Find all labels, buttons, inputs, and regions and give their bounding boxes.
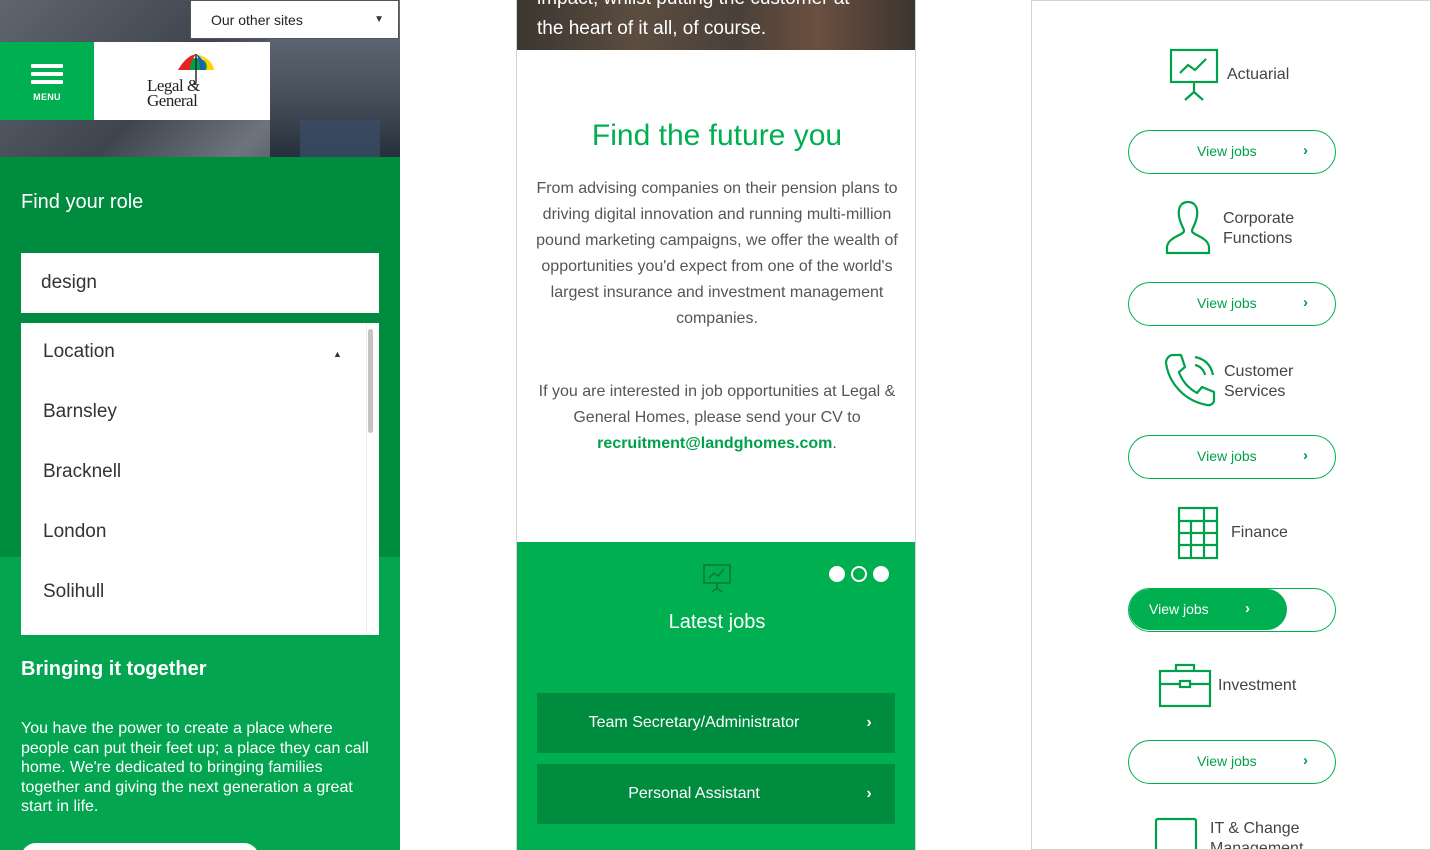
recruitment-email-link[interactable]: recruitment@landghomes.com <box>597 435 832 452</box>
intro-paragraph: From advising companies on their pension… <box>536 180 898 327</box>
role-search-input[interactable] <box>21 253 379 313</box>
chevron-right-icon: › <box>1303 752 1308 769</box>
carousel-dot[interactable] <box>851 566 867 582</box>
chevron-right-icon: › <box>1245 600 1250 617</box>
menu-label: MENU <box>33 92 61 102</box>
category-label-investment: Investment <box>1218 677 1297 694</box>
view-jobs-button-investment[interactable]: View jobs › <box>1128 740 1336 784</box>
caret-up-icon[interactable]: ▲ <box>333 349 342 359</box>
calculator-icon <box>1177 506 1219 560</box>
carousel-dot[interactable] <box>873 566 889 582</box>
view-jobs-button-actuarial[interactable]: View jobs › <box>1128 130 1336 174</box>
other-sites-label: Our other sites <box>211 11 303 28</box>
job-listing-row[interactable]: Personal Assistant › <box>537 764 895 824</box>
view-jobs-label: View jobs <box>1149 601 1209 617</box>
latest-jobs-heading: Latest jobs <box>668 611 766 633</box>
menu-button[interactable]: MENU <box>0 42 94 120</box>
hamburger-icon <box>31 60 63 88</box>
briefcase-icon <box>1158 663 1212 708</box>
logo-wordmark: Legal & General <box>147 76 200 110</box>
homes-cv-paragraph: If you are interested in job opportuniti… <box>535 379 899 457</box>
carousel-dots <box>829 566 889 582</box>
mobile-screen-future-you: impact, whilst putting the customer at t… <box>516 0 916 850</box>
bringing-together-button[interactable] <box>21 843 259 850</box>
phone-icon <box>1164 353 1216 407</box>
location-option[interactable]: Bracknell <box>43 461 121 483</box>
location-dropdown[interactable]: Location ▲ Barnsley Bracknell London Sol… <box>21 323 379 635</box>
sentence-end: . <box>832 435 837 452</box>
job-listing-row[interactable]: Team Secretary/Administrator › <box>537 693 895 753</box>
view-jobs-label: View jobs <box>1197 295 1257 311</box>
other-sites-select[interactable]: Our other sites ▼ <box>190 0 399 39</box>
dropdown-scroll-track <box>366 323 367 635</box>
category-label-actuarial: Actuarial <box>1227 66 1290 83</box>
future-you-heading: Find the future you <box>591 119 843 152</box>
hero-caption-top: impact, whilst putting the customer at <box>537 0 850 10</box>
chevron-right-icon: › <box>866 714 872 731</box>
dropdown-scrollbar[interactable] <box>368 329 373 433</box>
job-title: Team Secretary/Administrator <box>588 714 800 731</box>
bringing-together-heading: Bringing it together <box>21 658 207 680</box>
chevron-right-icon: › <box>1303 142 1308 159</box>
category-label-finance: Finance <box>1231 524 1288 541</box>
presentation-chart-icon <box>703 564 731 593</box>
find-role-heading: Find your role <box>21 191 144 213</box>
category-label-it-change-management: IT & Change Management <box>1210 820 1304 850</box>
mobile-screen-job-categories: Actuarial View jobs › Corporate Function… <box>1031 0 1431 850</box>
chevron-right-icon: › <box>866 785 872 802</box>
person-icon <box>1165 200 1211 255</box>
monitor-icon <box>1154 817 1198 849</box>
view-jobs-button-finance[interactable]: View jobs › <box>1128 588 1336 632</box>
mobile-screen-find-role: Our other sites ▼ MENU Legal & General F… <box>0 0 400 850</box>
view-jobs-label: View jobs <box>1197 448 1257 464</box>
legal-and-general-logo[interactable]: Legal & General <box>94 42 270 120</box>
view-jobs-label: View jobs <box>1197 753 1257 769</box>
location-dropdown-header[interactable]: Location <box>43 341 115 363</box>
category-label-corporate-functions: Corporate Functions <box>1223 210 1295 247</box>
chevron-right-icon: › <box>1303 447 1308 464</box>
view-jobs-label: View jobs <box>1197 143 1257 159</box>
category-label-customer-services: Customer Services <box>1224 363 1294 400</box>
bringing-together-text: You have the power to create a place whe… <box>21 720 369 816</box>
location-option[interactable]: Solihull <box>43 581 104 603</box>
caret-down-icon: ▼ <box>374 14 384 25</box>
view-jobs-button-customer-services[interactable]: View jobs › <box>1128 435 1336 479</box>
chevron-right-icon: › <box>1303 294 1308 311</box>
job-title: Personal Assistant <box>628 785 760 802</box>
homes-cv-text: If you are interested in job opportuniti… <box>538 383 896 426</box>
view-jobs-button-corporate-functions[interactable]: View jobs › <box>1128 282 1336 326</box>
location-option[interactable]: London <box>43 521 106 543</box>
carousel-dot[interactable] <box>829 566 845 582</box>
presentation-chart-icon <box>1169 48 1219 101</box>
hero-caption: the heart of it all, of course. <box>537 18 767 39</box>
location-option[interactable]: Barnsley <box>43 401 117 423</box>
hero-photo-strip: impact, whilst putting the customer at t… <box>517 0 915 50</box>
latest-jobs-section: Latest jobs Team Secretary/Administrator… <box>517 542 915 850</box>
